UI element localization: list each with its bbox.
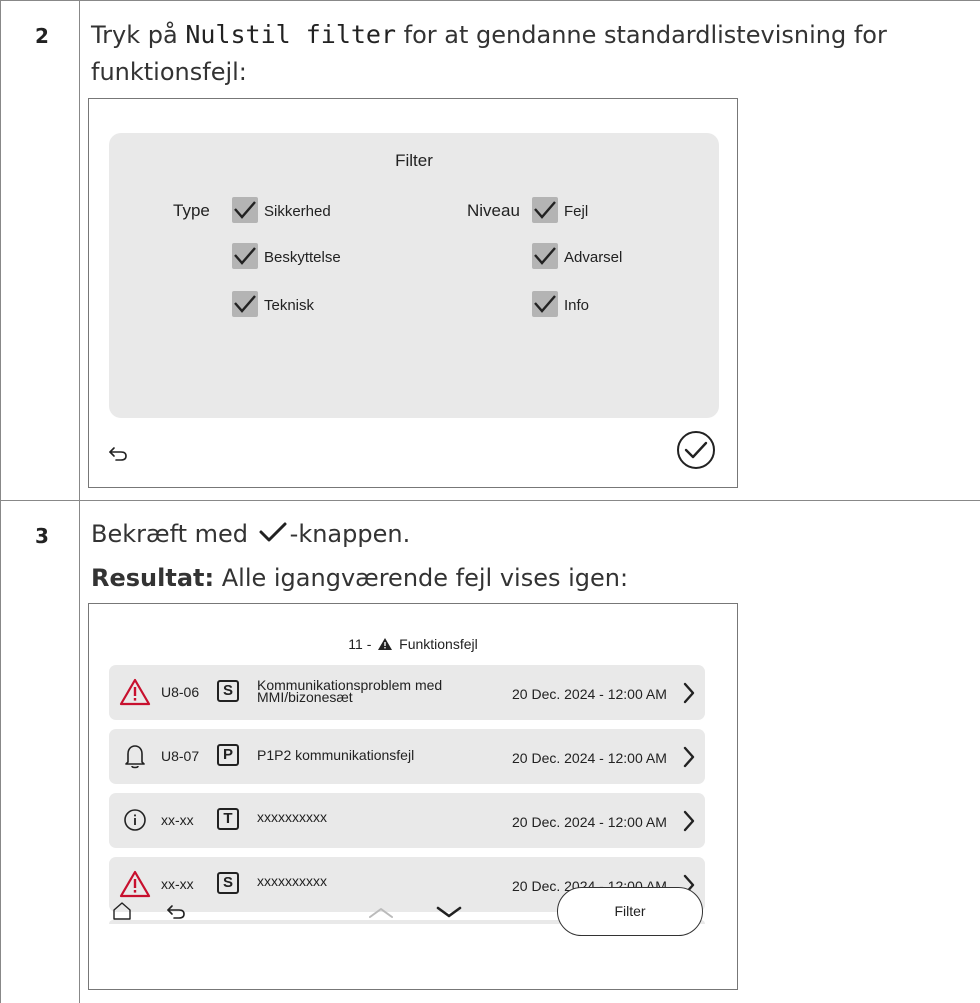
type-label: Type (173, 201, 210, 220)
check-icon (234, 247, 256, 265)
fault-category-badge: P (217, 744, 239, 766)
fault-code: U8-07 (161, 748, 200, 764)
check-icon (259, 522, 287, 542)
step-text-start: Tryk på (91, 21, 178, 49)
option-label: Info (564, 297, 590, 314)
bell-icon (125, 745, 145, 769)
checkbox-beskyttelse[interactable] (232, 243, 258, 269)
warning-triangle-icon (119, 870, 151, 898)
check-icon (234, 201, 256, 219)
warning-small-icon (378, 638, 393, 650)
table-border-top (0, 0, 980, 1)
option-label: Sikkerhed (264, 203, 331, 220)
option-label: Advarsel (564, 249, 623, 266)
checkbox-info[interactable] (532, 291, 558, 317)
check-circle-icon[interactable] (676, 430, 716, 470)
step-number: 2 (35, 24, 49, 48)
checkbox-fejl[interactable] (532, 197, 558, 223)
table-border-left (0, 0, 1, 1003)
chevron-right-icon[interactable] (683, 746, 695, 768)
fault-code: xx-xx (161, 812, 194, 828)
step-instruction: Tryk på Nulstil filter for at gendanne s… (91, 16, 971, 91)
fault-category-badge: S (217, 872, 239, 894)
step-instruction: Bekræft med -knappen. (91, 516, 410, 553)
table-column-divider (79, 0, 80, 1003)
info-circle-icon (124, 809, 146, 831)
reset-filter-code: Nulstil filter (185, 20, 397, 49)
fault-date: 20 Dec. 2024 - 12:00 AM (512, 686, 667, 702)
fault-code: U8-06 (161, 684, 200, 700)
check-icon (234, 295, 256, 313)
checkbox-advarsel[interactable] (532, 243, 558, 269)
fault-code: xx-xx (161, 876, 194, 892)
chevron-down-icon[interactable] (435, 904, 463, 920)
result-text: Alle igangværende fejl vises igen: (221, 564, 629, 592)
option-label: Fejl (564, 203, 589, 220)
checkbox-teknisk[interactable] (232, 291, 258, 317)
check-icon (534, 295, 556, 313)
back-arrow-icon[interactable] (107, 445, 129, 463)
fault-description-line2: MMI/bizonesæt (257, 689, 353, 705)
option-label: Beskyttelse (264, 249, 341, 266)
fault-category-badge: S (217, 680, 239, 702)
step-text-line2: funktionsfejl: (91, 58, 247, 86)
chevron-right-icon[interactable] (683, 810, 695, 832)
checkbox-sikkerhed[interactable] (232, 197, 258, 223)
fault-description: P1P2 kommunikationsfejl (257, 747, 415, 763)
chevron-up-icon[interactable] (367, 904, 395, 920)
fault-list-label: Funktionsfejl (399, 636, 478, 652)
level-label: Niveau (467, 201, 520, 220)
filter-screen: Filter Type Sikkerhed Beskyttelse Teknis… (88, 98, 738, 488)
check-icon (534, 247, 556, 265)
fault-category-badge: T (217, 808, 239, 830)
fault-description: xxxxxxxxxx (257, 809, 327, 825)
step-number: 3 (35, 524, 49, 548)
fault-list-title: 11 - Funktionsfejl (89, 636, 737, 652)
filter-panel: Filter Type Sikkerhed Beskyttelse Teknis… (109, 133, 719, 418)
fault-date: 20 Dec. 2024 - 12:00 AM (512, 814, 667, 830)
result-label: Resultat: (91, 564, 215, 592)
step-text-end: -knappen. (289, 520, 411, 548)
fault-row[interactable]: U8-06 S Kommunikationsproblem med MMI/bi… (109, 665, 705, 720)
check-icon (534, 201, 556, 219)
option-label: Teknisk (264, 297, 315, 314)
fault-count: 11 - (348, 636, 372, 652)
fault-description: xxxxxxxxxx (257, 873, 327, 889)
back-arrow-icon[interactable] (165, 903, 187, 921)
filter-button[interactable]: Filter (557, 887, 703, 936)
fault-list-screen: 11 - Funktionsfejl U8-06 S Kommunikation… (88, 603, 738, 990)
fault-date: 20 Dec. 2024 - 12:00 AM (512, 750, 667, 766)
step-text-start: Bekræft med (91, 520, 249, 548)
table-row-divider (0, 500, 980, 501)
step-text-end: for at gendanne standardlistevisning for (403, 21, 887, 49)
chevron-right-icon[interactable] (683, 682, 695, 704)
fault-row[interactable]: xx-xx T xxxxxxxxxx 20 Dec. 2024 - 12:00 … (109, 793, 705, 848)
home-icon[interactable] (111, 900, 133, 922)
fault-row[interactable]: U8-07 P P1P2 kommunikationsfejl 20 Dec. … (109, 729, 705, 784)
filter-title: Filter (395, 151, 433, 170)
warning-triangle-icon (119, 678, 151, 706)
result-line: Resultat: Alle igangværende fejl vises i… (91, 560, 628, 597)
